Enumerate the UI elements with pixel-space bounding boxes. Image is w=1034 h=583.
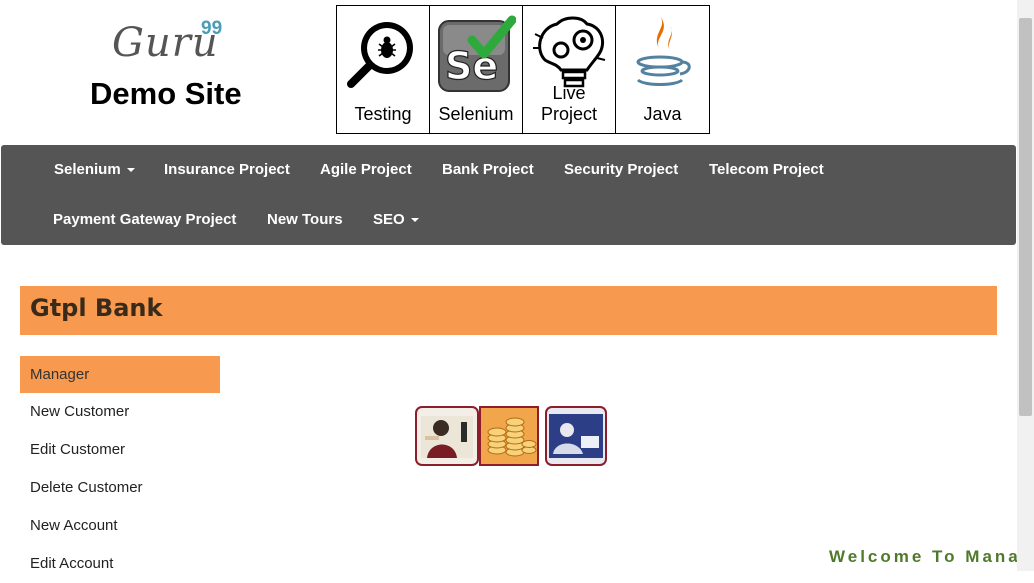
laptop-worker-photo	[545, 406, 607, 466]
banking-images	[415, 406, 607, 466]
nav-telecom-project[interactable]: Telecom Project	[709, 161, 824, 178]
nav-payment-gateway-project[interactable]: Payment Gateway Project	[53, 211, 236, 228]
sidebar-item-delete-customer[interactable]: Delete Customer	[20, 469, 220, 507]
tile-java[interactable]: Java	[616, 6, 709, 133]
logo-superscript: 99	[201, 18, 223, 39]
sidebar-item-manager[interactable]: Manager	[20, 356, 220, 393]
sidebar-menu: Manager New Customer Edit Customer Delet…	[20, 356, 220, 583]
bank-title: Gtpl Bank	[30, 294, 163, 322]
nav-selenium-label: Selenium	[54, 161, 121, 178]
sidebar-item-new-account[interactable]: New Account	[20, 507, 220, 545]
nav-agile-project[interactable]: Agile Project	[320, 161, 412, 178]
nav-seo-label: SEO	[373, 211, 405, 228]
brain-gear-bulb-icon	[533, 16, 606, 88]
nav-security-project[interactable]: Security Project	[564, 161, 678, 178]
tile-testing[interactable]: Testing	[337, 6, 430, 133]
caret-down-icon	[410, 218, 419, 223]
logo-title: Demo Site	[90, 76, 242, 111]
tile-live-project-label: Live Project	[523, 83, 615, 125]
nav-bank-project[interactable]: Bank Project	[442, 161, 534, 178]
tile-testing-label: Testing	[354, 104, 412, 124]
businessman-photo	[415, 406, 479, 466]
tile-selenium-label: Selenium	[438, 104, 514, 124]
sidebar-item-new-customer[interactable]: New Customer	[20, 393, 220, 431]
java-cup-icon	[636, 16, 691, 86]
sidebar-item-edit-customer[interactable]: Edit Customer	[20, 431, 220, 469]
tile-selenium[interactable]: Se Selenium	[430, 6, 523, 133]
tile-live-project[interactable]: Live Project	[523, 6, 616, 133]
main-navbar: Selenium Insurance Project Agile Project…	[1, 145, 1016, 245]
course-tiles: Testing Se Selenium Live Project Java	[336, 5, 710, 134]
nav-new-tours[interactable]: New Tours	[267, 211, 343, 228]
coins-photo	[479, 406, 539, 466]
magnifier-bug-icon	[347, 22, 413, 88]
tile-live-project-label-line2: Project	[540, 104, 598, 124]
welcome-marquee: Welcome To Manager's Page of Guru99 Bank	[829, 547, 1019, 566]
tile-java-label: Java	[643, 104, 682, 124]
sidebar-item-edit-account[interactable]: Edit Account	[20, 545, 220, 583]
page-scrollbar[interactable]	[1017, 0, 1034, 571]
nav-selenium-dropdown[interactable]: Selenium	[54, 161, 135, 178]
nav-insurance-project[interactable]: Insurance Project	[164, 161, 290, 178]
caret-down-icon	[126, 168, 135, 173]
site-logo[interactable]: Guru 99 Demo Site	[88, 16, 258, 116]
selenium-logo-icon: Se	[438, 15, 516, 92]
bank-banner: Gtpl Bank	[20, 286, 997, 335]
tile-live-project-label-line1: Live	[552, 83, 586, 103]
scrollbar-thumb[interactable]	[1019, 18, 1032, 416]
nav-seo-dropdown[interactable]: SEO	[373, 211, 419, 228]
